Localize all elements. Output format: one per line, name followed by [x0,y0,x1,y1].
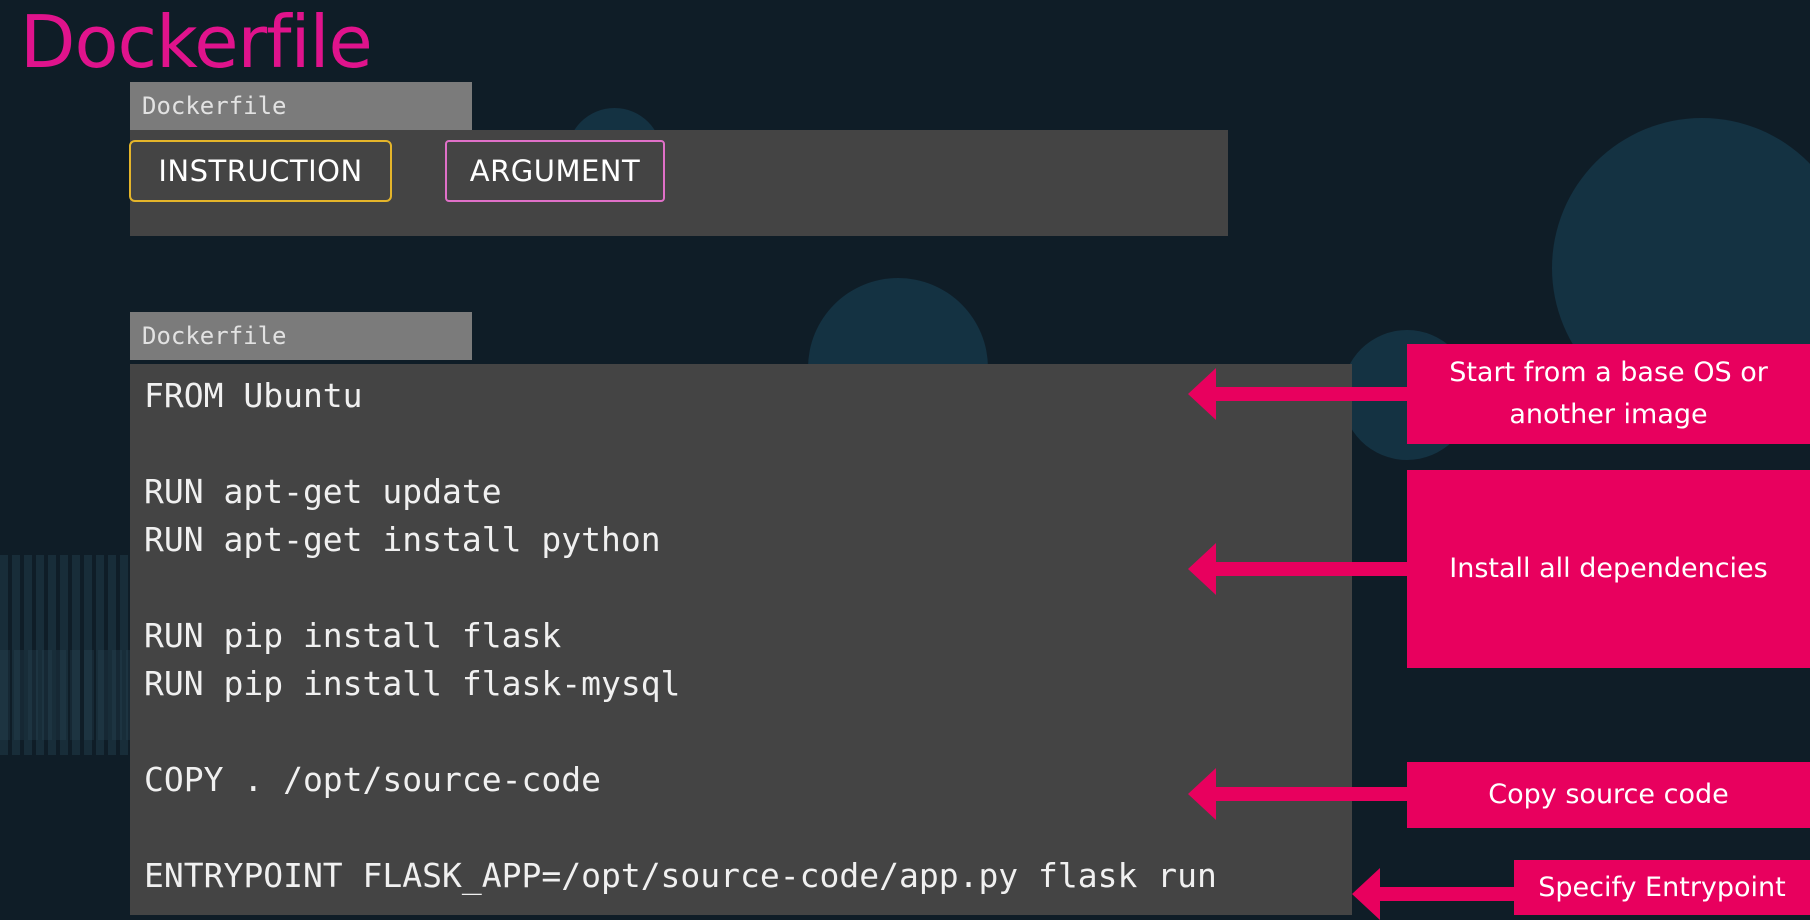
callout-entrypoint: Specify Entrypoint [1514,860,1810,915]
arrow-left-icon [1188,543,1410,595]
code-block: FROM Ubuntu RUN apt-get update RUN apt-g… [144,372,1217,900]
page-title: Dockerfile [20,0,373,84]
background-pattern [0,650,130,740]
instruction-chip: INSTRUCTION [129,140,392,202]
code-line-run-update: RUN apt-get update [144,472,502,511]
callout-dependencies: Install all dependencies [1407,470,1810,668]
argument-chip: ARGUMENT [445,140,665,202]
code-file-tab: Dockerfile [130,312,472,360]
code-line-from: FROM Ubuntu [144,376,363,415]
arrow-left-icon [1188,368,1410,420]
callout-base-os: Start from a base OS or another image [1407,344,1810,444]
code-line-entrypoint: ENTRYPOINT FLASK_APP=/opt/source-code/ap… [144,856,1217,895]
callout-copy: Copy source code [1407,762,1810,828]
code-line-pip-flask-mysql: RUN pip install flask-mysql [144,664,681,703]
code-line-copy: COPY . /opt/source-code [144,760,601,799]
arrow-left-icon [1352,868,1516,920]
arrow-left-icon [1188,768,1410,820]
code-line-pip-flask: RUN pip install flask [144,616,562,655]
legend-file-tab: Dockerfile [130,82,472,130]
code-line-run-python: RUN apt-get install python [144,520,661,559]
